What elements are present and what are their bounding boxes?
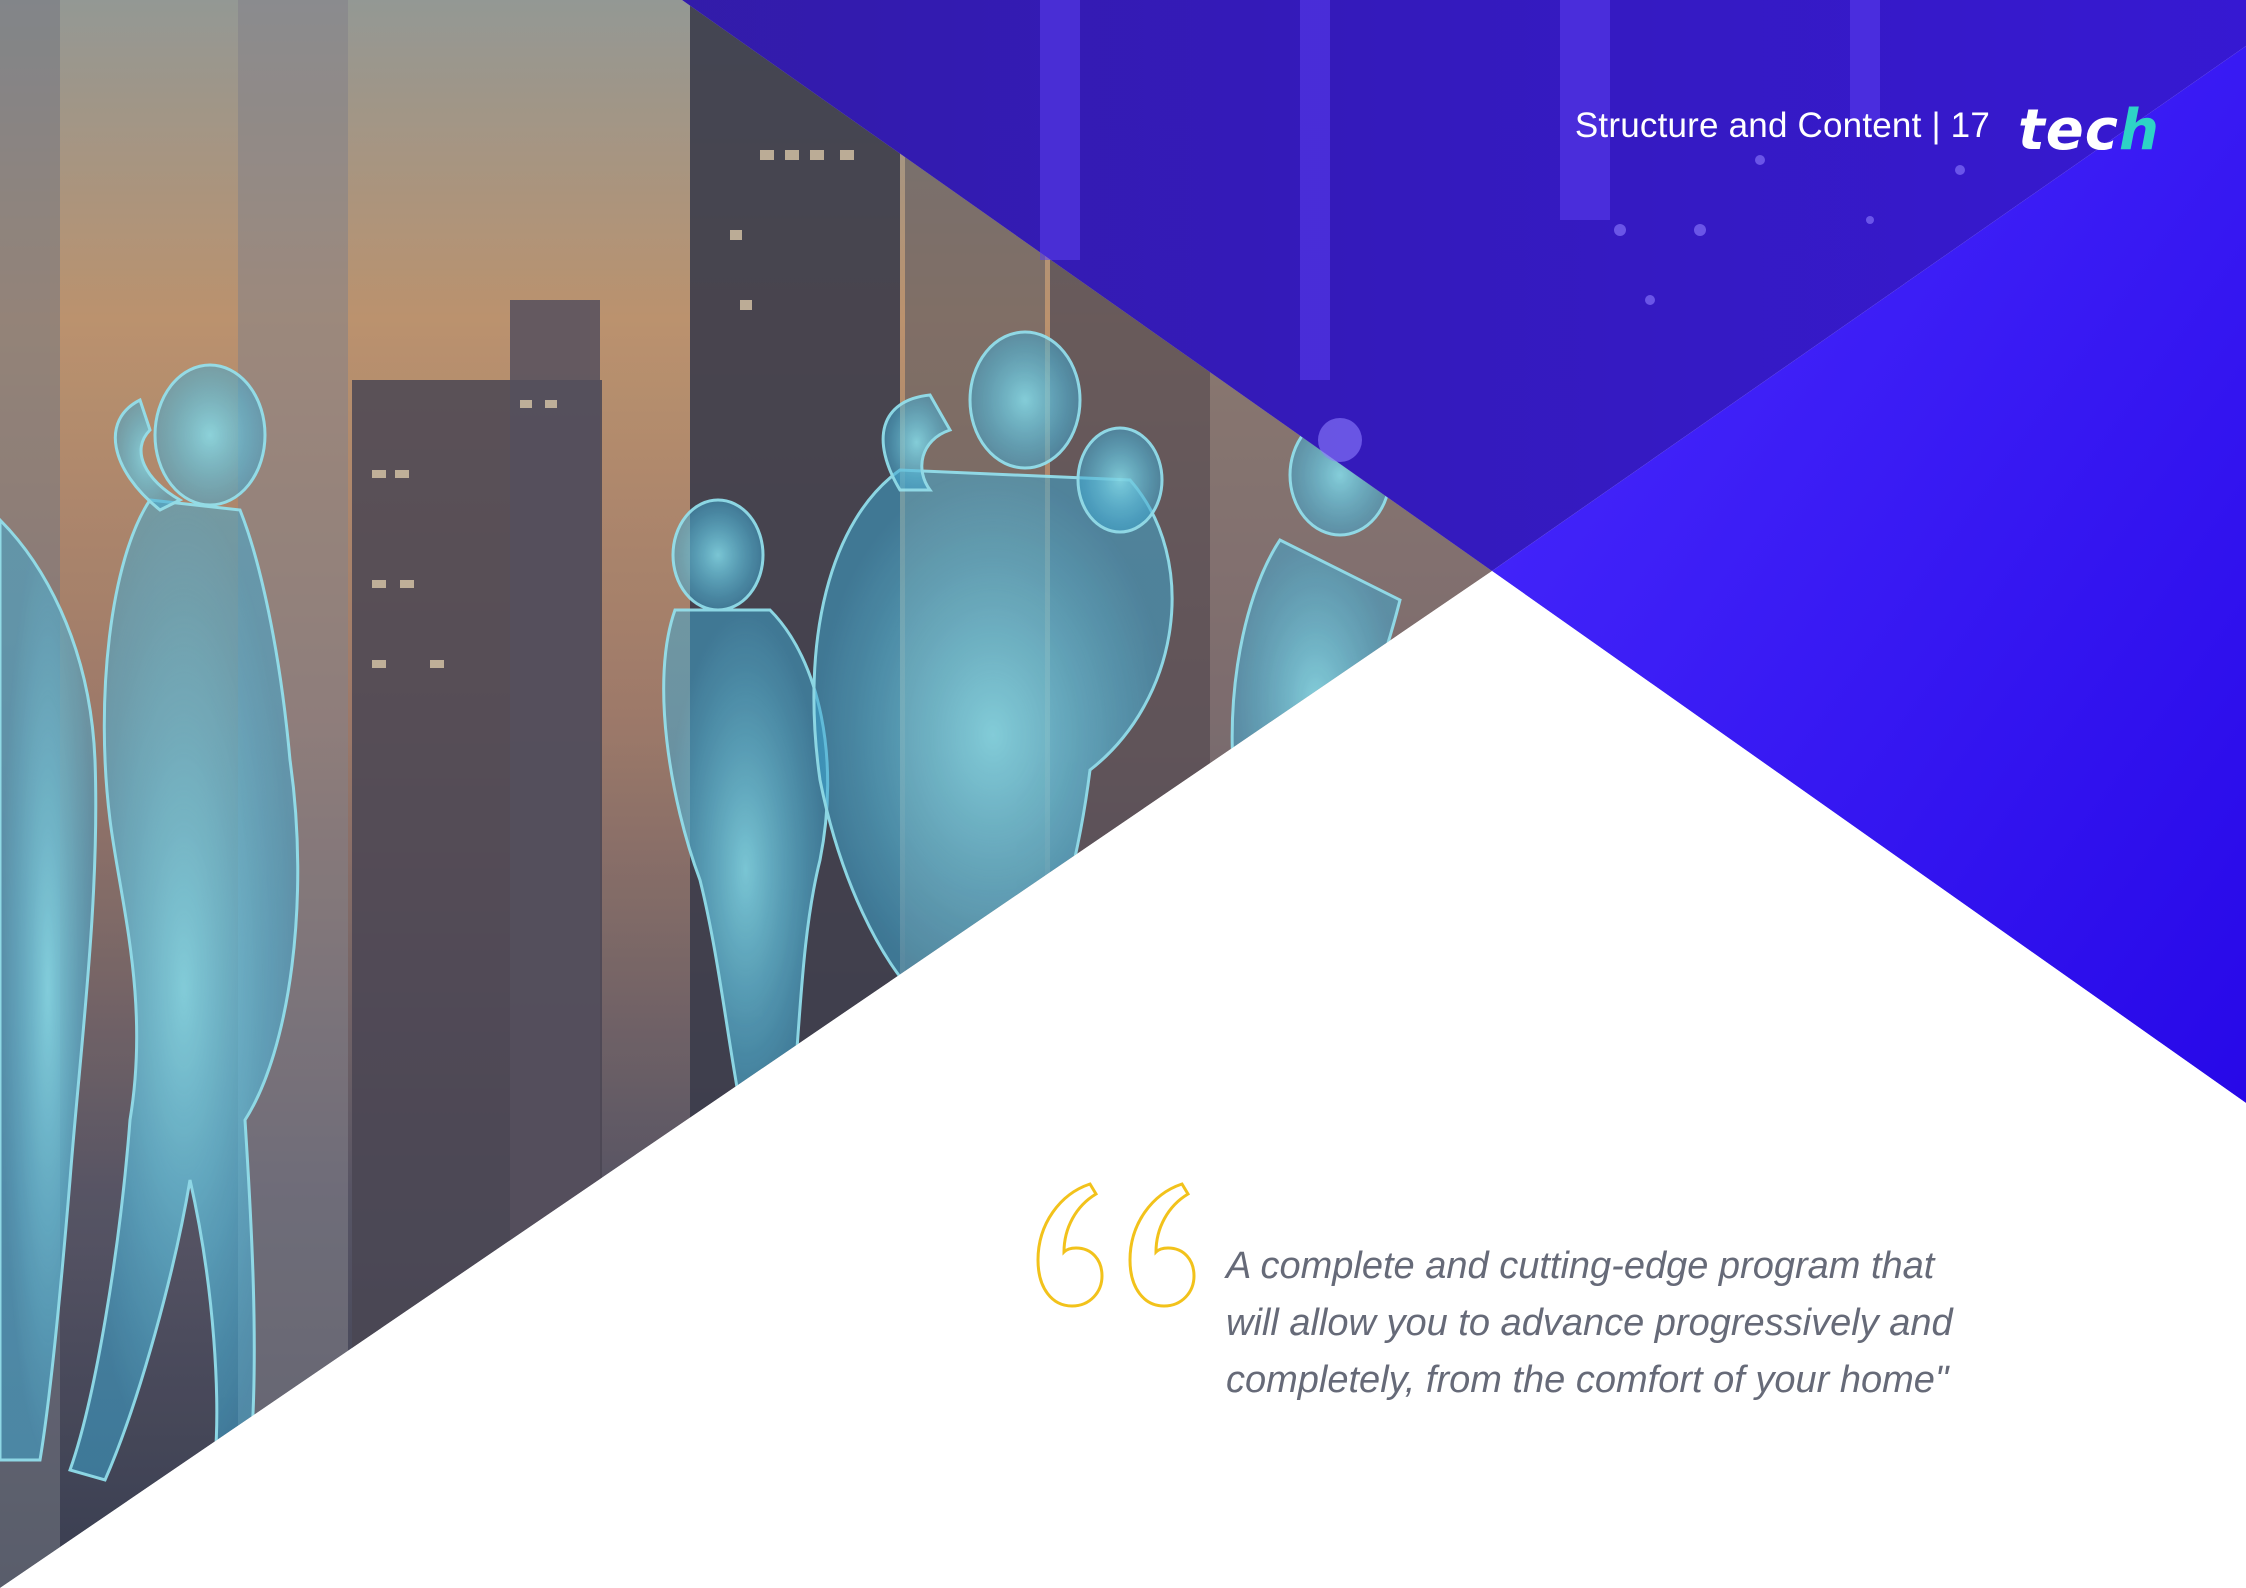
quote-text: A complete and cutting-edge program that… bbox=[1226, 1245, 1953, 1401]
tech-logo: tech bbox=[2018, 98, 2160, 163]
section-header: Structure and Content | 17 bbox=[1574, 106, 1990, 145]
brochure-page: Structure and Content | 17 tech A comple… bbox=[0, 0, 2246, 1588]
quote-mark-icon bbox=[1036, 1182, 1196, 1308]
